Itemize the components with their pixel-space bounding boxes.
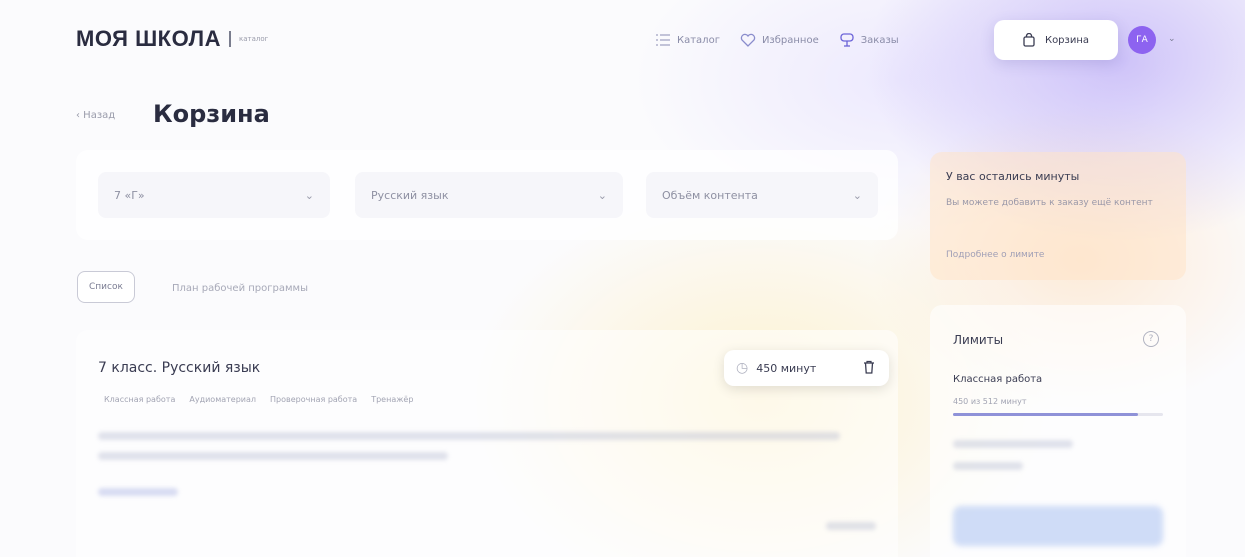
blurred-limit: [953, 440, 1073, 448]
class-select[interactable]: 7 «Г» ⌄: [98, 172, 330, 218]
chevron-down-icon: ⌄: [597, 188, 607, 202]
nav-item-orders[interactable]: Заказы: [839, 22, 899, 58]
course-tags: Классная работа Аудиоматериал Проверочна…: [104, 395, 413, 404]
blurred-limit: [953, 462, 1023, 470]
nav-item-favorites[interactable]: Избранное: [740, 22, 819, 58]
clock-icon: ◷: [736, 360, 749, 376]
blurred-link: [98, 488, 178, 496]
minutes-badge: ◷ 450 минут: [724, 350, 889, 386]
subject-select[interactable]: Русский язык ⌄: [355, 172, 623, 218]
bag-icon: [1023, 33, 1035, 47]
subject-select-value: Русский язык: [371, 188, 449, 202]
logo-divider: [229, 31, 231, 47]
course-tag: Аудиоматериал: [189, 395, 257, 404]
trash-icon[interactable]: [863, 360, 875, 374]
limit-label: Классная работа: [953, 374, 1043, 385]
cart-button[interactable]: Корзина: [994, 20, 1118, 60]
chevron-down-icon: ⌄: [852, 188, 862, 202]
orders-icon: [840, 33, 854, 47]
nav-item-label: Избранное: [761, 34, 819, 46]
help-icon[interactable]: ?: [1143, 331, 1159, 347]
nav-item-label: Каталог: [677, 34, 720, 46]
list-icon: [656, 34, 670, 46]
page-title: Корзина: [153, 100, 270, 128]
blurred-description: [98, 432, 840, 440]
tab-work-program[interactable]: План рабочей программы: [172, 283, 308, 294]
class-select-value: 7 «Г»: [114, 188, 145, 202]
tab-list[interactable]: Список: [77, 271, 135, 303]
avatar[interactable]: ГА: [1128, 26, 1156, 54]
limit-progress: [953, 413, 1163, 416]
notice-title: У вас остались минуты: [946, 170, 1080, 183]
course-tag: Проверочная работа: [270, 395, 358, 404]
minutes-value: 450 минут: [756, 361, 817, 375]
nav-item-catalog[interactable]: Каталог: [655, 22, 720, 58]
limits-title: Лимиты: [953, 333, 1004, 347]
filter-bar: 7 «Г» ⌄ Русский язык ⌄ Объём контента ⌄: [76, 150, 898, 240]
course-title: 7 класс. Русский язык: [98, 360, 261, 376]
logo-text: МОЯ ШКОЛА: [76, 26, 221, 51]
cart-label: Корзина: [1044, 34, 1090, 46]
blurred-action: [826, 522, 876, 530]
logo-subtitle: каталог: [239, 35, 269, 43]
volume-select-value: Объём контента: [662, 188, 758, 202]
heart-icon: [740, 33, 756, 47]
notice-link[interactable]: Подробнее о лимите: [946, 250, 1044, 260]
course-tag: Классная работа: [104, 395, 176, 404]
chevron-down-icon[interactable]: ⌄: [1168, 34, 1176, 44]
top-nav: Каталог Избранное Заказы: [655, 22, 919, 58]
nav-item-label: Заказы: [860, 34, 899, 46]
course-tag: Тренажёр: [371, 395, 414, 404]
limit-value: 450 из 512 минут: [953, 397, 1027, 406]
limit-progress-fill: [953, 413, 1138, 416]
blurred-order-button[interactable]: [953, 506, 1163, 546]
back-link[interactable]: ‹ Назад: [76, 110, 115, 121]
chevron-down-icon: ⌄: [304, 188, 314, 202]
logo[interactable]: МОЯ ШКОЛА каталог: [76, 26, 268, 52]
volume-select[interactable]: Объём контента ⌄: [646, 172, 878, 218]
blurred-description: [98, 452, 448, 460]
notice-text: Вы можете добавить к заказу ещё контент: [946, 198, 1153, 208]
